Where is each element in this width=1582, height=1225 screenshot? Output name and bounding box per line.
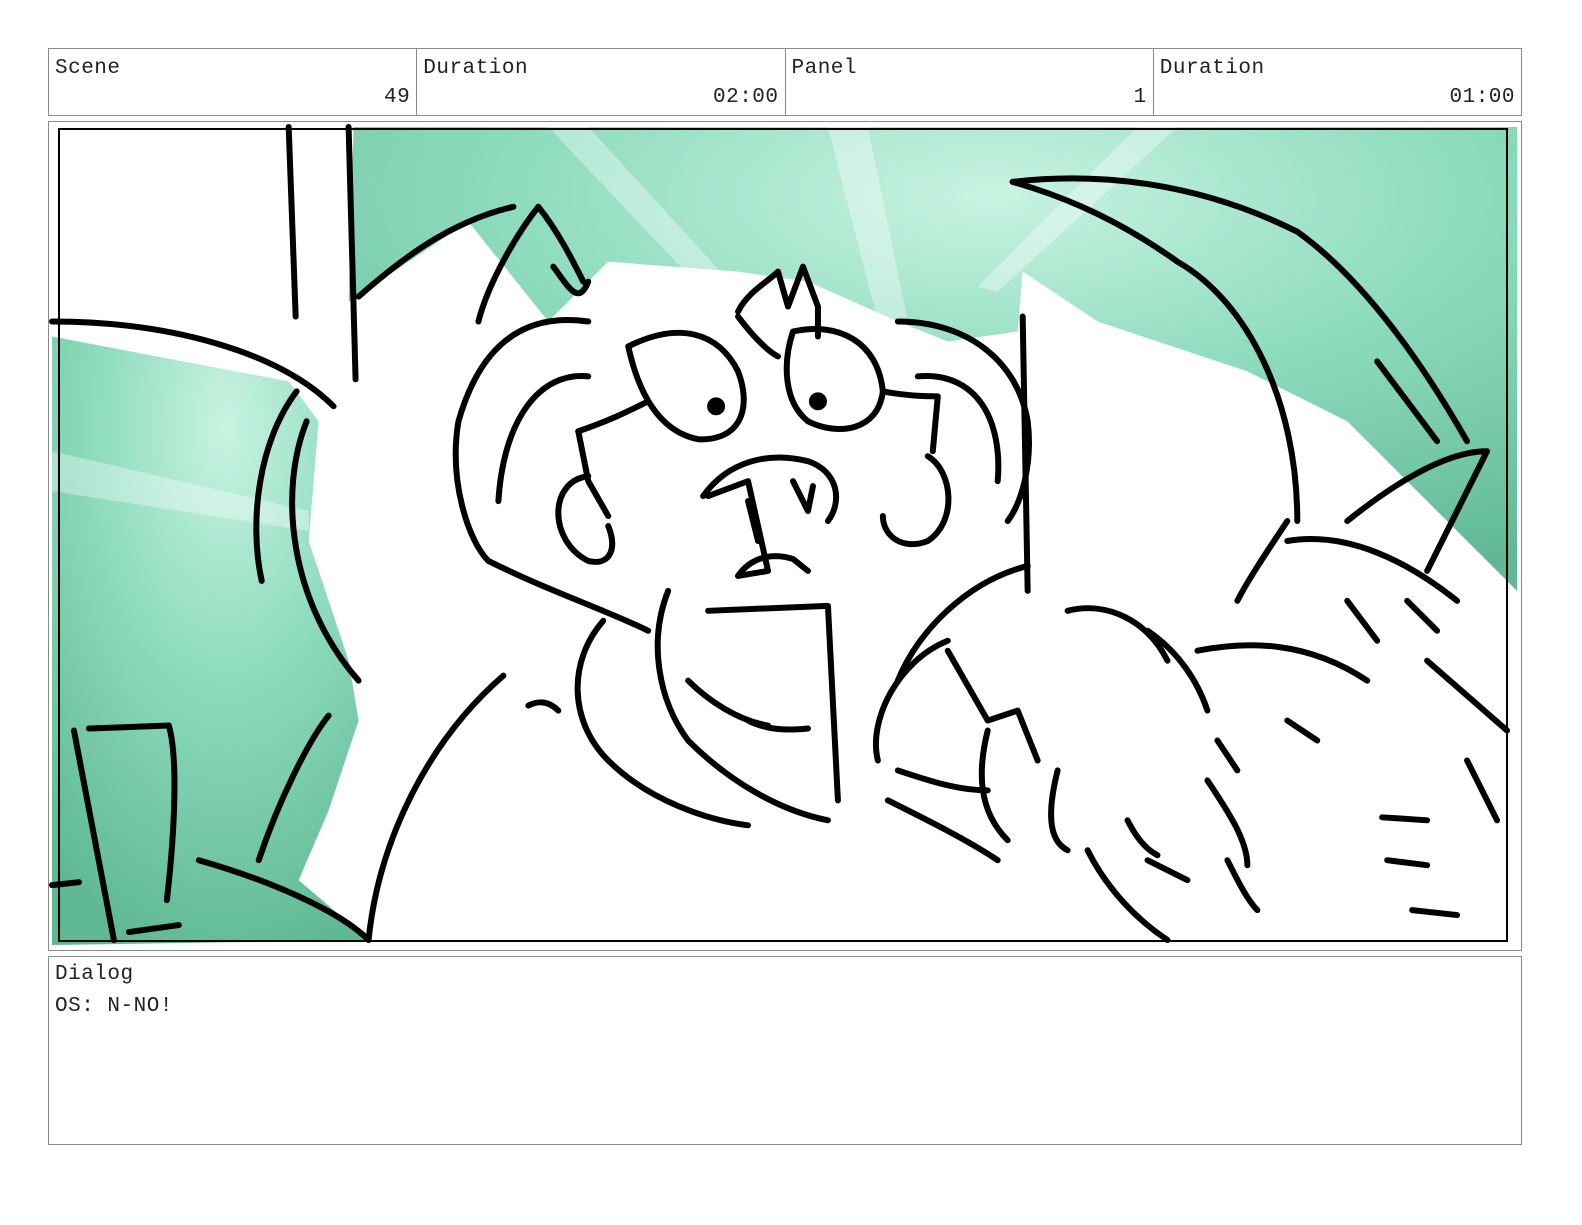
panel-cell: Panel 1: [786, 49, 1154, 115]
panel-label: Panel: [791, 57, 858, 80]
scene-duration-value: 02:00: [712, 86, 779, 109]
scene-number: 49: [384, 86, 411, 109]
storyboard-panel: [48, 121, 1522, 951]
scene-duration-label: Duration: [423, 57, 529, 80]
dialog-label: Dialog: [55, 963, 134, 986]
panel-duration-cell: Duration 01:00: [1154, 49, 1521, 115]
scene-label: Scene: [55, 57, 121, 80]
panel-sketch: [49, 122, 1521, 950]
scene-duration-cell: Duration 02:00: [417, 49, 786, 115]
panel-number: 1: [1133, 86, 1147, 109]
scene-cell: Scene 49: [49, 49, 418, 115]
panel-duration-label: Duration: [1159, 57, 1265, 80]
dialog-box: Dialog OS: N-NO!: [48, 956, 1522, 1145]
storyboard-header: Scene 49 Duration 02:00 Panel 1 Duration…: [48, 48, 1522, 116]
panel-duration-value: 01:00: [1449, 86, 1515, 109]
dialog-text: OS: N-NO!: [55, 995, 173, 1018]
